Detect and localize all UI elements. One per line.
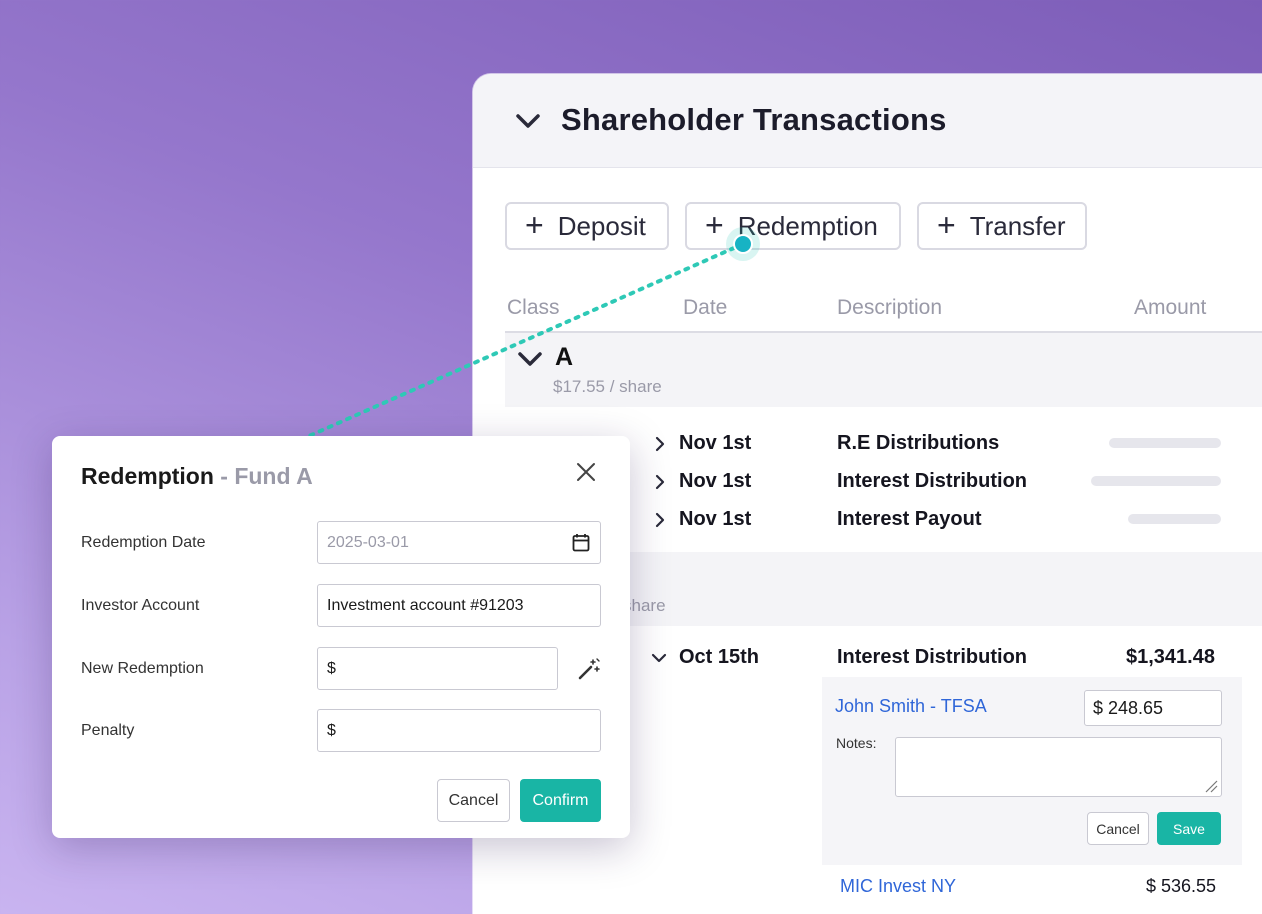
transaction-date: Nov 1st xyxy=(679,508,752,530)
chevron-down-icon[interactable] xyxy=(513,110,543,132)
penalty-input[interactable]: $ xyxy=(317,709,601,752)
redemption-date-value: 2025-03-01 xyxy=(327,534,409,551)
class-a-group-row[interactable]: A $17.55 / share xyxy=(505,333,1262,407)
notes-label: Notes: xyxy=(836,735,877,751)
calendar-icon[interactable] xyxy=(572,533,590,552)
cancel-button[interactable]: Cancel xyxy=(437,779,510,822)
resize-grip-icon[interactable] xyxy=(1204,779,1218,793)
column-header-amount[interactable]: Amount xyxy=(1134,296,1206,320)
transaction-description: Interest Payout xyxy=(837,508,982,530)
transaction-date: Nov 1st xyxy=(679,470,752,492)
penalty-label: Penalty xyxy=(81,722,135,739)
new-redemption-input[interactable]: $ xyxy=(317,647,558,690)
panel-header: Shareholder Transactions xyxy=(473,74,1262,168)
modal-title: Redemption - Fund A xyxy=(81,463,313,490)
notes-textarea[interactable] xyxy=(895,737,1222,797)
class-share-price: $17.55 / share xyxy=(553,377,662,396)
investor-link[interactable]: John Smith - TFSA xyxy=(835,696,987,717)
investor-account-label: Investor Account xyxy=(81,597,200,614)
plus-icon: + xyxy=(525,206,544,243)
transaction-amount: $1,341.48 xyxy=(1126,646,1215,668)
allocation-amount: $ 536.55 xyxy=(1146,876,1217,896)
chevron-right-icon[interactable] xyxy=(654,512,666,528)
redemption-modal: Redemption - Fund A Redemption Date 2025… xyxy=(52,436,630,838)
magic-wand-icon[interactable] xyxy=(577,657,601,681)
transaction-description: R.E Distributions xyxy=(837,432,1000,454)
add-redemption-button[interactable]: + Redemption xyxy=(685,202,901,250)
column-header-date[interactable]: Date xyxy=(683,296,727,320)
investor-link[interactable]: MIC Invest NY xyxy=(840,876,956,897)
redemption-date-input[interactable]: 2025-03-01 xyxy=(317,521,601,564)
plus-icon: + xyxy=(937,206,956,243)
chevron-down-icon[interactable] xyxy=(517,349,543,369)
add-deposit-button[interactable]: + Deposit xyxy=(505,202,669,250)
transaction-description: Interest Distribution xyxy=(837,470,1028,492)
chevron-right-icon[interactable] xyxy=(654,474,666,490)
transaction-date: Oct 15th xyxy=(679,646,760,668)
redemption-date-label: Redemption Date xyxy=(81,534,206,551)
amount-loading-placeholder xyxy=(1128,514,1221,524)
add-transfer-button[interactable]: + Transfer xyxy=(917,202,1087,250)
transfer-label: Transfer xyxy=(969,210,1066,241)
amount-loading-placeholder xyxy=(1109,438,1221,448)
modal-title-fund: - Fund A xyxy=(220,463,313,489)
transaction-date: Nov 1st xyxy=(679,432,752,454)
modal-title-main: Redemption xyxy=(81,463,214,489)
deposit-label: Deposit xyxy=(557,210,646,241)
amount-loading-placeholder xyxy=(1091,476,1221,486)
confirm-button[interactable]: Confirm xyxy=(520,779,601,822)
column-header-class[interactable]: Class xyxy=(507,296,560,320)
investor-account-input[interactable]: Investment account #91203 xyxy=(317,584,601,627)
plus-icon: + xyxy=(705,206,724,243)
chevron-right-icon[interactable] xyxy=(654,436,666,452)
allocation-save-button[interactable]: Save xyxy=(1157,812,1221,845)
transaction-description: Interest Distribution xyxy=(837,646,1028,668)
class-name: A xyxy=(555,343,574,371)
chevron-down-icon[interactable] xyxy=(651,652,667,664)
redemption-label: Redemption xyxy=(737,210,878,241)
allocation-amount-input[interactable]: $ 248.65 xyxy=(1084,690,1222,726)
column-header-description[interactable]: Description xyxy=(837,296,942,320)
allocation-editor: John Smith - TFSA $ 248.65 Notes: Cancel… xyxy=(822,677,1242,865)
new-redemption-label: New Redemption xyxy=(81,660,204,677)
panel-title: Shareholder Transactions xyxy=(561,102,947,137)
close-icon[interactable] xyxy=(576,462,596,482)
allocation-cancel-button[interactable]: Cancel xyxy=(1087,812,1149,845)
